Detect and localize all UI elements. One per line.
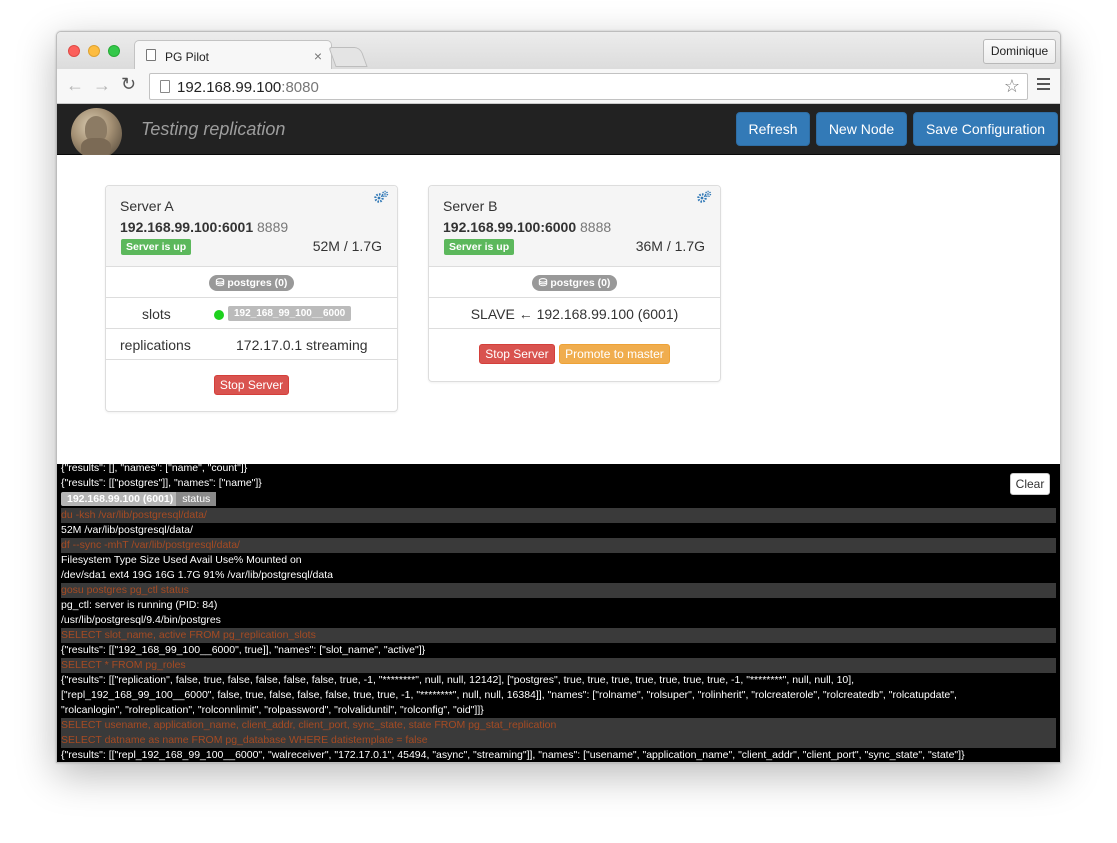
refresh-button[interactable]: Refresh bbox=[736, 112, 810, 146]
console-command-line: SELECT slot_name, active FROM pg_replica… bbox=[61, 628, 1056, 643]
database-badge-label: postgres (0) bbox=[550, 277, 611, 289]
log-console[interactable]: {"results": [], "names": ["name", "count… bbox=[57, 464, 1060, 762]
profile-button[interactable]: Dominique bbox=[983, 39, 1056, 64]
page-icon bbox=[146, 49, 156, 61]
app-navbar: Testing replication Refresh New Node Sav… bbox=[57, 104, 1060, 159]
console-command-line: gosu postgres pg_ctl status bbox=[61, 583, 1056, 598]
browser-toolbar: ← → ↻ 192.168.99.100:8080 ☆ bbox=[57, 69, 1060, 104]
disk-usage: 36M / 1.7G bbox=[635, 238, 705, 254]
new-tab-button[interactable] bbox=[328, 47, 368, 67]
console-output-line: /usr/lib/postgresql/9.4/bin/postgres bbox=[61, 614, 221, 626]
status-badge: Server is up bbox=[121, 239, 192, 255]
stop-server-button[interactable]: Stop Server bbox=[213, 375, 290, 395]
app-title: Testing replication bbox=[141, 119, 286, 139]
server-actions: Stop Server Promote to master bbox=[429, 329, 720, 381]
gears-icon[interactable] bbox=[373, 190, 389, 204]
slots-row: slots 192_168_99_100__6000 bbox=[106, 298, 397, 329]
console-command-line: SELECT usename, application_name, client… bbox=[61, 718, 1056, 733]
slave-of-text: SLAVE ← 192.168.99.100 (6001) bbox=[470, 306, 679, 322]
console-output-line: "rolcanlogin", "rolreplication", "rolcon… bbox=[61, 704, 484, 716]
page-icon bbox=[160, 80, 170, 93]
database-badge[interactable]: ⛁ postgres (0) bbox=[208, 275, 295, 291]
close-window-button[interactable] bbox=[68, 45, 80, 57]
server-card-a: Server A 192.168.99.100:6001 8889 Server… bbox=[105, 185, 398, 412]
console-output-line: /dev/sda1 ext4 19G 16G 1.7G 91% /var/lib… bbox=[61, 569, 333, 581]
url-text: 192.168.99.100:8080 bbox=[177, 79, 319, 96]
console-server-tag: 192.168.99.100 (6001) bbox=[61, 492, 180, 506]
console-server-header: 192.168.99.100 (6001) status bbox=[61, 491, 1056, 508]
maximize-window-button[interactable] bbox=[108, 45, 120, 57]
server-name: Server A bbox=[120, 198, 174, 214]
elephant-logo-icon bbox=[71, 108, 122, 159]
replications-row: replications 172.17.0.1 streaming bbox=[106, 329, 397, 360]
server-agent-port: 8889 bbox=[257, 219, 289, 235]
console-output-line: {"results": [["postgres"]], "names": ["n… bbox=[61, 477, 262, 489]
slave-row: SLAVE ← 192.168.99.100 (6001) bbox=[429, 298, 720, 329]
server-card-header: Server B 192.168.99.100:6000 8888 Server… bbox=[429, 186, 720, 267]
main-content: Server A 192.168.99.100:6001 8889 Server… bbox=[57, 155, 1060, 464]
address-bar[interactable]: 192.168.99.100:8080 ☆ bbox=[149, 73, 1028, 100]
replication-value: 172.17.0.1 streaming bbox=[236, 337, 368, 353]
stop-server-button[interactable]: Stop Server bbox=[479, 344, 555, 364]
server-name: Server B bbox=[443, 198, 498, 214]
server-host-port: 192.168.99.100:6001 bbox=[120, 219, 254, 235]
browser-menu-icon[interactable] bbox=[1037, 78, 1050, 90]
console-lines: {"results": [], "names": ["name", "count… bbox=[61, 464, 1056, 762]
console-output-line: {"results": [["replication", false, true… bbox=[61, 674, 855, 686]
minimize-window-button[interactable] bbox=[88, 45, 100, 57]
database-row: ⛁ postgres (0) bbox=[429, 267, 720, 298]
console-output-line: {"results": [["192_168_99_100__6000", tr… bbox=[61, 644, 426, 656]
promote-to-master-button[interactable]: Promote to master bbox=[559, 344, 670, 364]
clear-console-button[interactable]: Clear bbox=[1010, 473, 1050, 495]
forward-arrow-icon[interactable]: → bbox=[93, 75, 111, 96]
server-address: 192.168.99.100:6000 8888 bbox=[443, 219, 611, 235]
slots-label: slots bbox=[142, 306, 171, 322]
slot-name-tag: 192_168_99_100__6000 bbox=[228, 306, 352, 321]
console-command-line: du -ksh /var/lib/postgresql/data/ bbox=[61, 508, 1056, 523]
status-badge: Server is up bbox=[444, 239, 515, 255]
bookmark-star-icon[interactable]: ☆ bbox=[1004, 76, 1020, 97]
url-port: :8080 bbox=[281, 79, 319, 96]
database-badge[interactable]: ⛁ postgres (0) bbox=[531, 275, 618, 291]
console-output-line: pg_ctl: server is running (PID: 84) bbox=[61, 599, 218, 611]
console-output-line: {"results": [], "names": ["name", "count… bbox=[61, 464, 248, 474]
tab-title: PG Pilot bbox=[165, 50, 210, 64]
console-command-line: SELECT * FROM pg_roles bbox=[61, 658, 1056, 673]
tab-close-icon[interactable]: × bbox=[314, 48, 322, 64]
gears-icon[interactable] bbox=[696, 190, 712, 204]
console-output-line: Filesystem Type Size Used Avail Use% Mou… bbox=[61, 554, 302, 566]
slot-active-indicator bbox=[214, 310, 224, 320]
server-card-b: Server B 192.168.99.100:6000 8888 Server… bbox=[428, 185, 721, 382]
console-output-line: 52M /var/lib/postgresql/data/ bbox=[61, 524, 193, 536]
browser-tab[interactable]: PG Pilot × bbox=[134, 40, 332, 70]
database-badge-label: postgres (0) bbox=[227, 277, 288, 289]
console-command-line: SELECT datname as name FROM pg_database … bbox=[61, 733, 1056, 748]
server-host-port: 192.168.99.100:6000 bbox=[443, 219, 577, 235]
console-command-line: df --sync -mhT /var/lib/postgresql/data/ bbox=[61, 538, 1056, 553]
server-agent-port: 8888 bbox=[580, 219, 612, 235]
console-output-line: {"results": [["repl_192_168_99_100__6000… bbox=[61, 749, 965, 761]
database-row: ⛁ postgres (0) bbox=[106, 267, 397, 298]
save-configuration-button[interactable]: Save Configuration bbox=[913, 112, 1058, 146]
tab-strip: PG Pilot × Dominique bbox=[57, 32, 1060, 70]
new-node-button[interactable]: New Node bbox=[816, 112, 907, 146]
console-status-tag: status bbox=[176, 492, 217, 506]
browser-window: PG Pilot × Dominique ← → ↻ 192.168.99.10… bbox=[56, 31, 1061, 763]
replications-label: replications bbox=[120, 337, 191, 353]
server-address: 192.168.99.100:6001 8889 bbox=[120, 219, 288, 235]
console-output-line: ["repl_192_168_99_100__6000", false, tru… bbox=[61, 689, 957, 701]
disk-usage: 52M / 1.7G bbox=[312, 238, 382, 254]
url-host: 192.168.99.100 bbox=[177, 79, 282, 96]
back-arrow-icon[interactable]: ← bbox=[66, 75, 84, 96]
server-actions: Stop Server bbox=[106, 360, 397, 411]
reload-icon[interactable]: ↻ bbox=[121, 74, 136, 95]
server-card-header: Server A 192.168.99.100:6001 8889 Server… bbox=[106, 186, 397, 267]
